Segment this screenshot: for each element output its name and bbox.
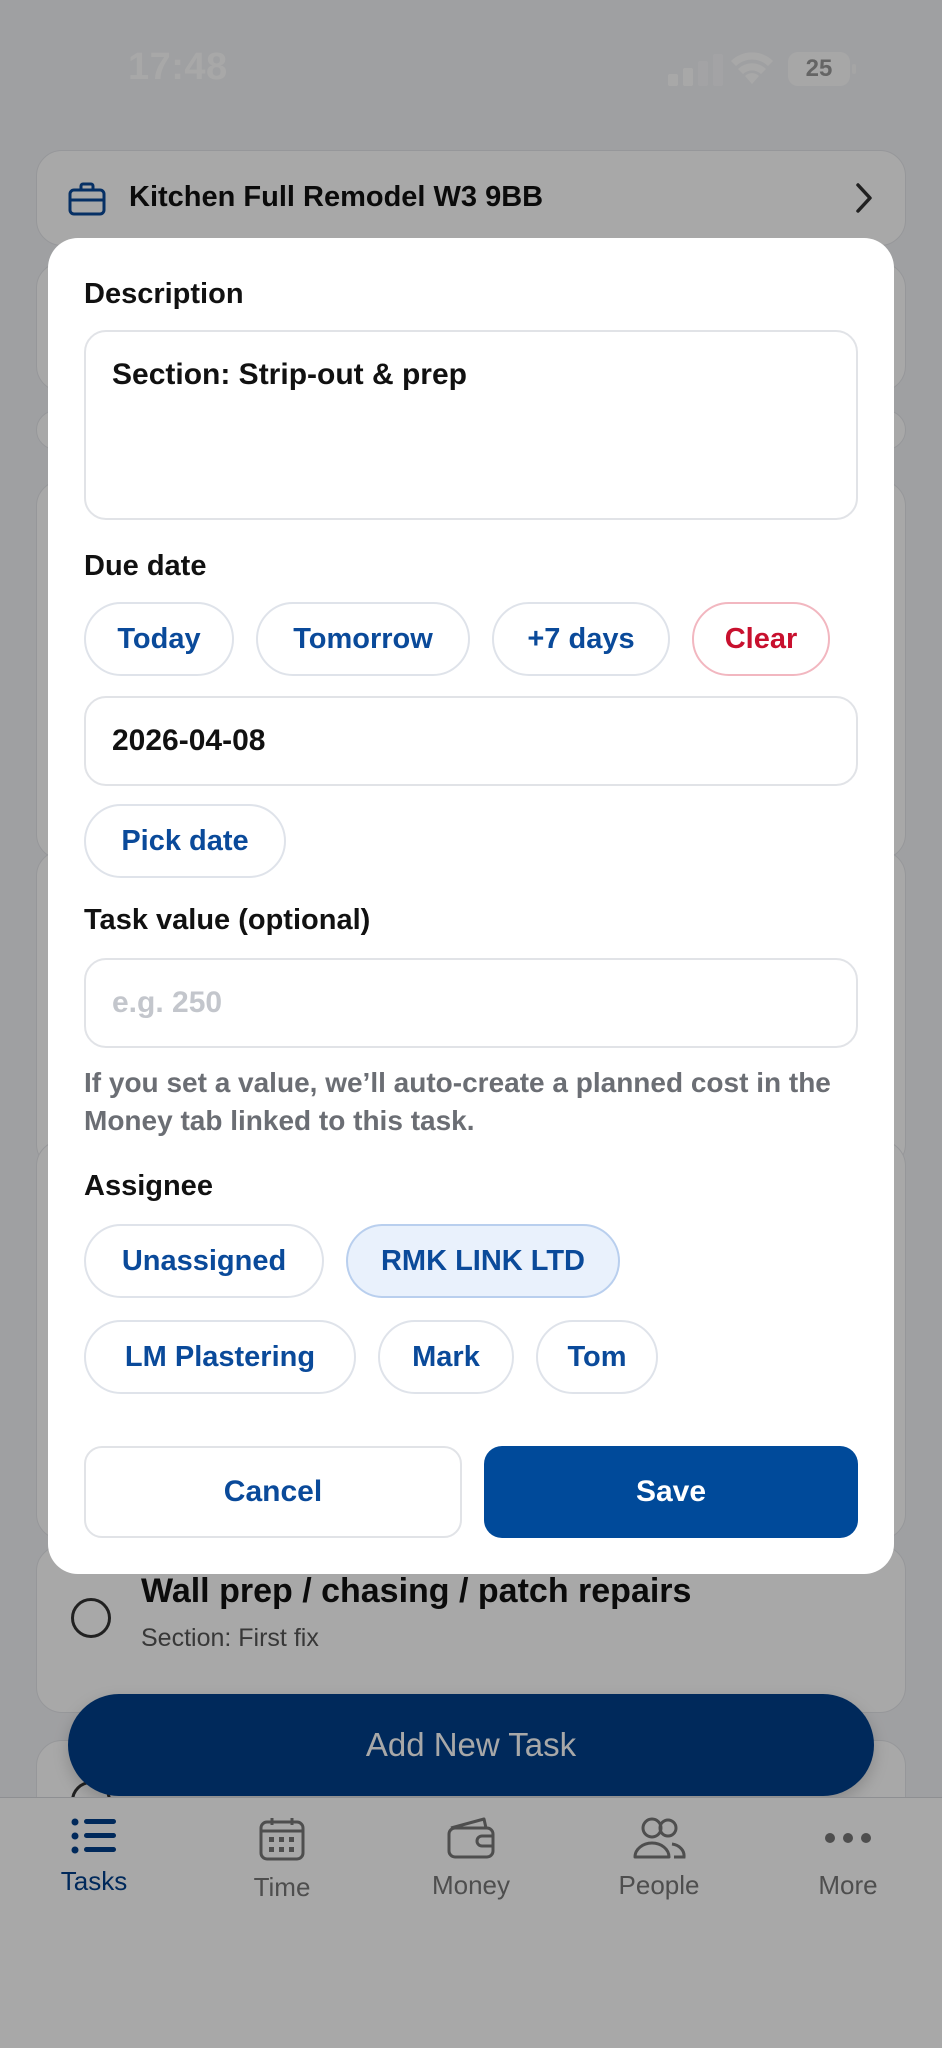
assignee-lm-plastering-chip[interactable]: LM Plastering (84, 1320, 356, 1394)
assignee-tom-chip[interactable]: Tom (536, 1320, 658, 1394)
description-label: Description (84, 278, 244, 310)
due-date-input[interactable]: 2026-04-08 (84, 696, 858, 786)
clear-date-chip[interactable]: Clear (692, 602, 830, 676)
assignee-rmk-link-chip[interactable]: RMK LINK LTD (346, 1224, 620, 1298)
cancel-button[interactable]: Cancel (84, 1446, 462, 1538)
assignee-unassigned-chip[interactable]: Unassigned (84, 1224, 324, 1298)
tomorrow-chip[interactable]: Tomorrow (256, 602, 470, 676)
assignee-mark-chip[interactable]: Mark (378, 1320, 514, 1394)
plus-7-days-chip[interactable]: +7 days (492, 602, 670, 676)
edit-task-modal: Description Section: Strip-out & prep Du… (48, 238, 894, 1574)
pick-date-button[interactable]: Pick date (84, 804, 286, 878)
today-chip[interactable]: Today (84, 602, 234, 676)
description-input[interactable]: Section: Strip-out & prep (84, 330, 858, 520)
task-value-input[interactable]: e.g. 250 (84, 958, 858, 1048)
task-value-label: Task value (optional) (84, 904, 371, 936)
task-value-hint: If you set a value, we’ll auto-create a … (84, 1067, 831, 1136)
due-date-label: Due date (84, 550, 207, 582)
save-button[interactable]: Save (484, 1446, 858, 1538)
assignee-label: Assignee (84, 1170, 213, 1202)
